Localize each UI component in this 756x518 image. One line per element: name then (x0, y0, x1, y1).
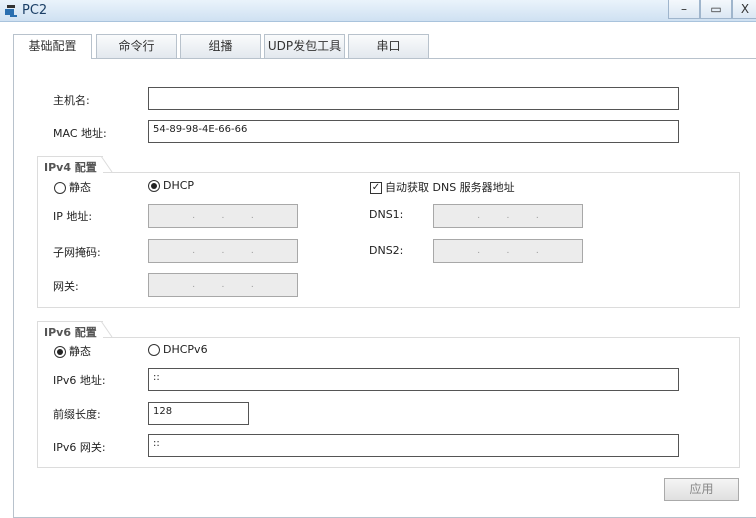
maximize-button[interactable]: ▭ (700, 0, 732, 19)
dns2-label: DNS2: (369, 244, 404, 257)
mac-label: MAC 地址: (53, 127, 107, 140)
auto-dns-checkbox[interactable]: ✓ 自动获取 DNS 服务器地址 (370, 179, 515, 195)
dns1-input[interactable]: ... (433, 204, 583, 228)
ip-address-label: IP 地址: (53, 210, 93, 223)
close-button[interactable]: X (732, 0, 756, 19)
ipv6-address-label: IPv6 地址: (53, 374, 106, 387)
minimize-button[interactable]: – (668, 0, 700, 19)
gateway-input[interactable]: ... (148, 273, 298, 297)
prefix-length-input[interactable]: 128 (148, 402, 249, 425)
check-icon: ✓ (370, 182, 382, 194)
ip-address-input[interactable]: ... (148, 204, 298, 228)
dns1-label: DNS1: (369, 208, 404, 221)
ipv6-static-radio[interactable]: 静态 (54, 343, 91, 359)
ipv6-dhcp-radio[interactable]: DHCPv6 (148, 343, 208, 356)
ipv4-dhcp-radio[interactable]: DHCP (148, 179, 194, 192)
tab-serial[interactable]: 串口 (348, 34, 429, 58)
ipv6-gateway-label: IPv6 网关: (53, 441, 106, 454)
subnet-mask-label: 子网掩码: (53, 246, 101, 259)
title-bar: PC2 – ▭ X (0, 0, 756, 22)
subnet-mask-input[interactable]: ... (148, 239, 298, 263)
pc-app-icon (5, 5, 17, 17)
tab-basic-config[interactable]: 基础配置 (13, 34, 92, 59)
ipv4-static-radio[interactable]: 静态 (54, 179, 91, 195)
tab-udp-tool[interactable]: UDP发包工具 (264, 34, 345, 58)
prefix-length-label: 前缀长度: (53, 408, 101, 421)
ipv6-address-input[interactable]: :: (148, 368, 679, 391)
group-tab-slant (101, 321, 113, 338)
apply-button[interactable]: 应用 (664, 478, 739, 501)
dns2-input[interactable]: ... (433, 239, 583, 263)
ipv6-gateway-input[interactable]: :: (148, 434, 679, 457)
ipv6-group-title: IPv6 配置 (37, 321, 103, 339)
ipv4-group-title: IPv4 配置 (37, 156, 103, 174)
group-tab-slant (101, 156, 113, 173)
mac-input[interactable]: 54-89-98-4E-66-66 (148, 120, 679, 143)
window-title: PC2 (22, 3, 48, 18)
tab-command-line[interactable]: 命令行 (96, 34, 177, 58)
gateway-label: 网关: (53, 280, 79, 293)
tab-multicast[interactable]: 组播 (180, 34, 261, 58)
hostname-label: 主机名: (53, 94, 90, 107)
hostname-input[interactable] (148, 87, 679, 110)
